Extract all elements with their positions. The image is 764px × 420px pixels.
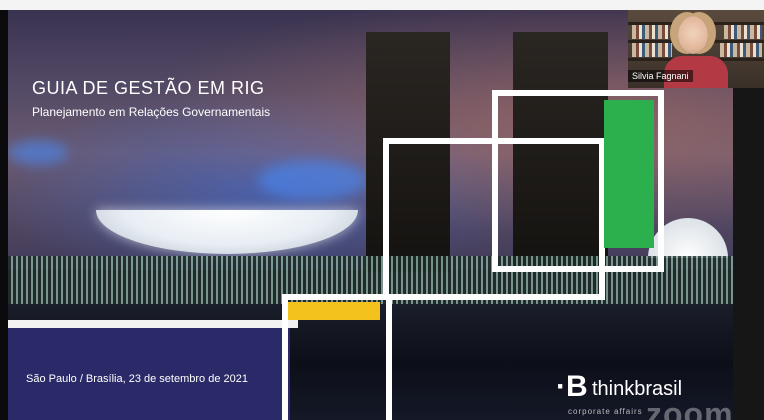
participant-name-tag: Silvia Fagnani [628,70,693,82]
participant-face [678,16,708,54]
white-strip [8,320,298,328]
logo-mark-icon: ·B [556,370,588,403]
thinkbrasil-logo: ·B thinkbrasil corporate affairs zoom [556,370,733,420]
frame-square-mid [383,138,605,300]
zoom-watermark: zoom [646,396,733,420]
slide-subtitle: Planejamento em Relações Governamentais [32,105,271,119]
books [724,25,762,39]
top-bar [0,0,764,10]
cloud [258,160,368,200]
cloud [8,140,68,165]
slide-title: GUIA DE GESTÃO EM RIG [32,78,265,98]
green-bar [604,100,654,248]
yellow-bar [288,302,380,320]
books [720,43,762,57]
shared-screen-slide: GUIA DE GESTÃO EM RIG Planejamento em Re… [8,10,733,420]
books [632,25,668,39]
logo-tagline: corporate affairs [568,407,643,416]
participant-video-tile[interactable]: Silvia Fagnani [628,10,764,88]
slide-date: São Paulo / Brasília, 23 de setembro de … [26,373,248,385]
books [632,43,672,57]
